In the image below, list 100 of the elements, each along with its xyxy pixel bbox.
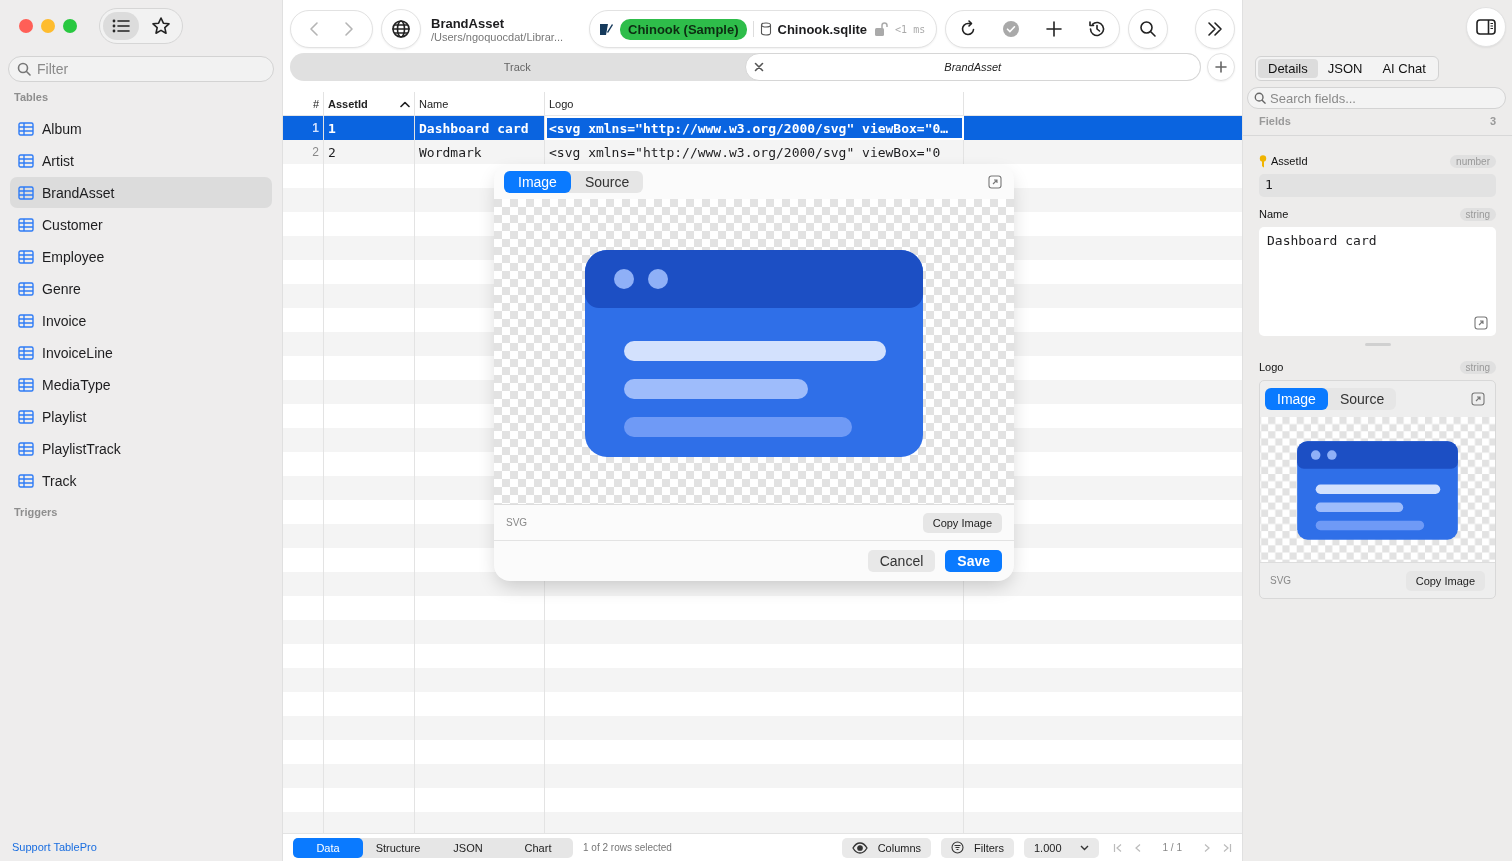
copy-image-button[interactable]: Copy Image (1405, 570, 1485, 591)
sidebar-item[interactable]: BrandAsset (10, 177, 272, 208)
search-icon (1254, 92, 1266, 104)
view-tab[interactable]: Image (1265, 388, 1328, 410)
inspector-tab[interactable]: AI Chat (1372, 59, 1436, 78)
table-icon (18, 153, 34, 168)
list-icon[interactable] (111, 18, 131, 34)
tab[interactable]: Track (290, 53, 745, 81)
view-tab[interactable]: Data (293, 837, 363, 858)
row-number: 2 (312, 145, 319, 159)
tab[interactable]: BrandAsset (744, 53, 1201, 81)
fields-label: Fields (1259, 115, 1291, 127)
column-header[interactable]: Logo (549, 97, 574, 110)
expand-icon[interactable] (1474, 316, 1488, 330)
table-cell: Wordmark (419, 144, 482, 160)
view-tab[interactable]: Chart (503, 837, 573, 858)
search-icon (1138, 19, 1158, 39)
table-cell: <svg xmlns="http://www.w3.org/2000/svg" viewBox="0… (549, 120, 949, 136)
limit-dropdown[interactable]: 1.000 (1024, 837, 1099, 858)
search-input[interactable]: Search fields... (1268, 89, 1499, 107)
copy-image-button[interactable]: Copy Image (922, 512, 1002, 533)
view-tab[interactable]: Image (504, 170, 571, 193)
table-icon (18, 377, 34, 392)
table-cell: 2 (328, 144, 336, 160)
text-area[interactable]: Dashboard card (1259, 227, 1496, 336)
sidebar-item[interactable]: Customer (10, 209, 272, 240)
close-button[interactable] (19, 19, 33, 33)
eye-icon (851, 841, 868, 854)
value-field[interactable]: 1 (1259, 174, 1496, 197)
sidebar-item[interactable]: Playlist (10, 401, 272, 432)
sidebar-item[interactable]: Artist (10, 145, 272, 176)
field-name: AssetId (1271, 155, 1308, 167)
support-link[interactable]: Support TablePro (10, 835, 272, 861)
filter-input[interactable]: Filter (35, 60, 265, 78)
check-icon[interactable] (1001, 19, 1021, 39)
column-header[interactable]: # (312, 97, 319, 110)
view-tab[interactable]: Source (570, 170, 644, 193)
table-cell: <svg xmlns="http://www.w3.org/2000/svg" viewBox="0 (549, 144, 941, 160)
field-name: Name (1259, 208, 1289, 220)
search-icon (17, 62, 31, 76)
history-icon[interactable] (1087, 19, 1107, 39)
globe-button[interactable] (381, 9, 421, 49)
section-heading: Tables (13, 90, 50, 105)
table-row[interactable]: 1 1 Dashboard card <svg xmlns="http://www.w3.org/2000/svg" viewBox="0… (283, 116, 1242, 140)
sidebar-item[interactable]: Invoice (10, 305, 272, 336)
expand-icon[interactable] (988, 174, 1002, 189)
connection-badge[interactable]: Chinook (Sample) (620, 18, 747, 40)
search-button[interactable] (1128, 9, 1168, 49)
sidebar-item[interactable]: InvoiceLine (10, 337, 272, 368)
filter-icon (951, 841, 965, 854)
view-tab[interactable]: Structure (363, 837, 433, 858)
inspector-tab[interactable]: JSON (1317, 59, 1373, 78)
format-label: SVG (1270, 575, 1292, 586)
save-button[interactable]: Save (945, 550, 1002, 572)
row-number: 1 (312, 121, 319, 135)
database-name: Chinook.sqlite (777, 21, 868, 37)
fields-count: 3 (1489, 115, 1496, 127)
table-cell: Dashboard card (419, 120, 529, 136)
cancel-button[interactable]: Cancel (867, 550, 936, 572)
star-icon[interactable] (151, 16, 171, 36)
sidebar-item[interactable]: Track (10, 465, 272, 496)
chevron-down-icon (1079, 844, 1089, 851)
sidebar-item[interactable]: Employee (10, 241, 272, 272)
table-icon (18, 409, 34, 424)
table-icon (18, 121, 34, 136)
plus-icon (1214, 60, 1228, 74)
filter-field[interactable]: Filter (8, 56, 274, 82)
type-badge: number (1450, 154, 1496, 168)
table-icon (18, 441, 34, 456)
table-icon (18, 217, 34, 232)
chevrons-right-icon (1205, 19, 1225, 39)
unlocked-icon (873, 21, 890, 37)
sidebar-item[interactable]: Album (10, 113, 272, 144)
sidebar-item[interactable]: MediaType (10, 369, 272, 400)
file-path: /Users/ngoquocdat/Librar... (431, 30, 565, 43)
column-header[interactable]: Name (419, 97, 449, 110)
new-tab-button[interactable] (1207, 53, 1235, 81)
globe-icon (391, 19, 411, 39)
inspector-toggle-button[interactable] (1466, 7, 1506, 47)
filters-button[interactable]: Filters (941, 837, 1014, 858)
view-tab[interactable]: JSON (433, 837, 503, 858)
more-button[interactable] (1195, 9, 1235, 49)
column-header[interactable]: AssetId (328, 97, 368, 110)
sidebar-item[interactable]: PlaylistTrack (10, 433, 272, 464)
table-icon (18, 249, 34, 264)
columns-button[interactable]: Columns (841, 837, 932, 858)
view-tab[interactable]: Source (1327, 388, 1397, 410)
status-text: 1 of 2 rows selected (583, 842, 672, 853)
type-badge: string (1459, 207, 1496, 221)
table-icon (18, 473, 34, 488)
plus-icon[interactable] (1044, 19, 1064, 39)
table-icon (18, 313, 34, 328)
database-logo-icon (598, 21, 614, 37)
sidebar-item[interactable]: Genre (10, 273, 272, 304)
search-field[interactable]: Search fields... (1247, 87, 1506, 109)
expand-icon[interactable] (1471, 392, 1485, 406)
table-icon (18, 345, 34, 360)
table-row[interactable]: 2 2 Wordmark <svg xmlns="http://www.w3.org/2000/svg" viewBox="0 (283, 140, 1242, 164)
inspector-tab[interactable]: Details (1258, 59, 1318, 78)
close-icon[interactable] (753, 62, 764, 72)
